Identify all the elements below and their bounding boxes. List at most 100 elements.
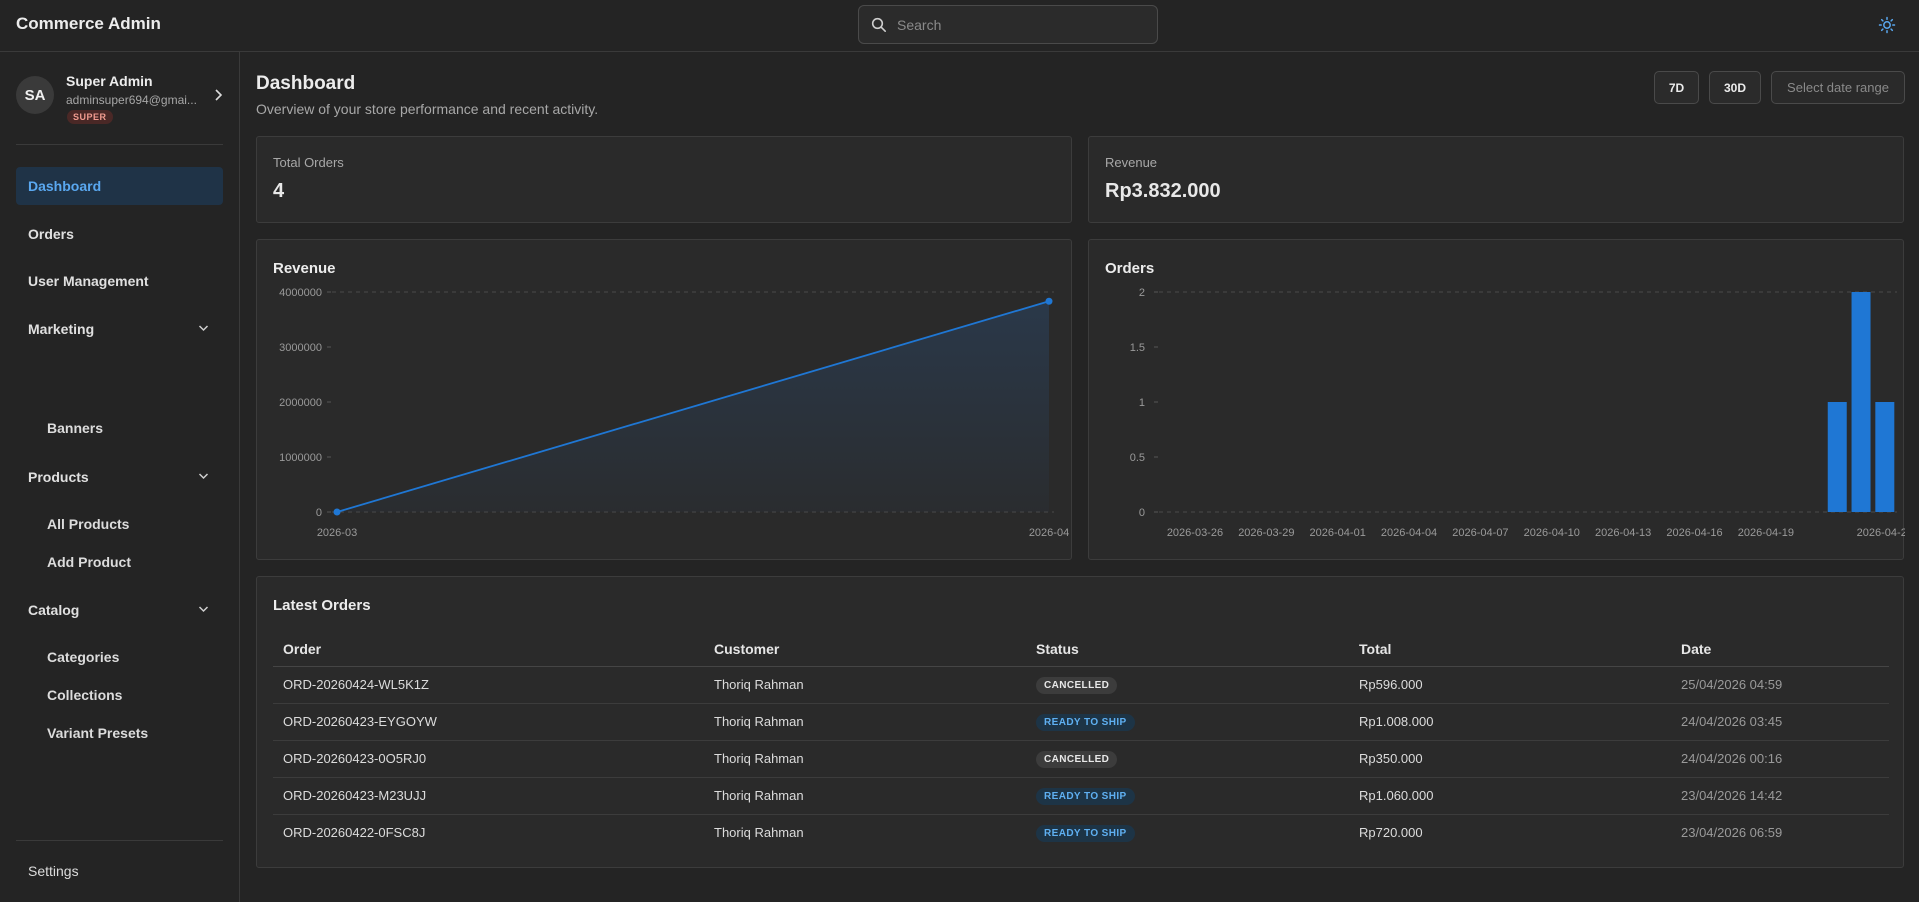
x-tick-label: 2026-04-01 [1310, 527, 1366, 539]
chevron-right-icon[interactable] [212, 88, 224, 102]
table-row[interactable]: ORD-20260422-0FSC8J Thoriq Rahman READY … [273, 814, 1889, 851]
sidebar: SA Super Admin adminsuper694@gmai... SUP… [0, 52, 240, 902]
chevron-down-icon [198, 473, 209, 480]
status-cell: READY TO SHIP [1026, 814, 1349, 851]
table-row[interactable]: ORD-20260423-0O5RJ0 Thoriq Rahman CANCEL… [273, 740, 1889, 778]
total-orders-card: Total Orders 4 [256, 136, 1072, 223]
x-tick-label: 2026-04 [1029, 527, 1069, 539]
customer-name: Thoriq Rahman [714, 825, 804, 841]
x-tick-label: 2026-03 [317, 527, 357, 539]
range-7d-button[interactable]: 7D [1654, 71, 1699, 104]
bar [1827, 402, 1847, 512]
y-tick-label: 1000000 [279, 452, 322, 464]
x-tick-label: 2026-04-19 [1738, 527, 1794, 539]
status-badge: READY TO SHIP [1036, 824, 1135, 842]
y-tick-label: 1.5 [1130, 342, 1145, 354]
chevron-down-icon [198, 325, 209, 332]
sun-icon[interactable] [1878, 16, 1896, 34]
order-total: Rp1.060.000 [1349, 777, 1671, 815]
latest-orders-card: Latest Orders Order Customer Status Tota… [256, 576, 1904, 868]
orders-chart-card: Orders 0 0.5 1 1.5 2 2026-03-26 2026-03-29 2026… [1088, 239, 1905, 560]
order-id[interactable]: ORD-20260423-0O5RJ0 [273, 740, 704, 778]
status-cell: CANCELLED [1026, 666, 1349, 704]
order-id[interactable]: ORD-20260424-WL5K1Z [273, 666, 704, 704]
y-tick-label: 2 [1139, 287, 1145, 299]
order-date: 24/04/2026 00:16 [1671, 740, 1889, 778]
bar [1875, 402, 1895, 512]
sidebar-item-user-management[interactable]: User Management [16, 262, 223, 300]
column-header: Customer [704, 633, 1026, 667]
status-badge: READY TO SHIP [1036, 713, 1135, 731]
order-id[interactable]: ORD-20260423-EYGOYW [273, 703, 704, 741]
range-30d-button[interactable]: 30D [1709, 71, 1761, 104]
customer-name: Thoriq Rahman [704, 740, 1026, 778]
sidebar-item-settings[interactable]: Settings [28, 863, 79, 879]
x-tick-label: 2026-04-07 [1452, 527, 1508, 539]
column-header: Date [1671, 633, 1889, 667]
status-cell: CANCELLED [1026, 740, 1349, 778]
sidebar-item-catalog[interactable]: Catalog [16, 591, 223, 629]
y-tick-label: 0 [1139, 507, 1145, 519]
order-total: Rp1.008.000 [1349, 703, 1671, 741]
table-row[interactable]: ORD-20260423-EYGOYW Thoriq Rahman READY … [273, 703, 1889, 741]
x-tick-label: 2026-03-29 [1238, 527, 1294, 539]
search-icon [871, 17, 886, 32]
sidebar-subitem-categories[interactable]: Categories [47, 645, 119, 669]
stat-label: Total Orders [273, 155, 344, 170]
table-title: Latest Orders [273, 597, 371, 614]
table-header-row: Order Customer Status Total Date [273, 633, 1889, 667]
avatar: SA [16, 76, 54, 114]
order-date: 23/04/2026 06:59 [1681, 825, 1783, 841]
x-tick-label: 2026-04-16 [1666, 527, 1722, 539]
bar [1851, 292, 1871, 512]
order-date: 23/04/2026 14:42 [1671, 777, 1889, 815]
customer-name: Thoriq Rahman [704, 666, 1026, 704]
sidebar-subitem-variant-presets[interactable]: Variant Presets [47, 721, 148, 745]
x-tick-label: 2026-04-13 [1595, 527, 1651, 539]
role-badge: SUPER [67, 110, 113, 124]
status-badge: CANCELLED [1036, 676, 1118, 694]
revenue-card: Revenue Rp3.832.000 [1088, 136, 1904, 223]
sidebar-subitem-add-product[interactable]: Add Product [47, 550, 131, 574]
order-id[interactable]: ORD-20260422-0FSC8J [273, 814, 704, 851]
sidebar-divider [16, 144, 223, 145]
date-range-picker[interactable]: Select date range [1771, 71, 1905, 104]
sidebar-item-marketing[interactable]: Marketing [16, 310, 223, 348]
sidebar-subitem-all-products[interactable]: All Products [47, 512, 129, 536]
customer-name: Thoriq Rahman [704, 777, 1026, 815]
user-card[interactable]: SA Super Admin adminsuper694@gmai... SUP… [16, 70, 226, 124]
table-row[interactable]: ORD-20260424-WL5K1Z Thoriq Rahman CANCEL… [273, 666, 1889, 704]
sidebar-item-label: Dashboard [28, 178, 102, 194]
y-tick-label: 3000000 [279, 342, 322, 354]
page-title: Dashboard [256, 73, 356, 94]
x-tick-label: 2026-04-10 [1524, 527, 1580, 539]
column-header: Order [273, 633, 704, 667]
page-subtitle: Overview of your store performance and r… [256, 101, 599, 117]
stat-value: 4 [273, 180, 285, 202]
x-tick-label: 2026-04-24 [1857, 527, 1905, 539]
sidebar-subitem-collections[interactable]: Collections [47, 683, 122, 707]
top-bar: Commerce Admin [0, 0, 1919, 52]
orders-chart: 0 0.5 1 1.5 2 2026-03-26 2026-03-29 2026-04-01 2… [1130, 287, 1905, 539]
search-input[interactable] [897, 16, 1137, 33]
sidebar-divider [16, 840, 223, 841]
sidebar-item-orders[interactable]: Orders [16, 215, 223, 253]
data-point [1045, 297, 1053, 305]
search-box[interactable] [858, 5, 1158, 44]
status-badge: CANCELLED [1036, 750, 1118, 768]
x-tick-label: 2026-04-04 [1381, 527, 1437, 539]
y-tick-label: 0 [316, 507, 322, 519]
sidebar-subitem-banners[interactable]: Banners [47, 416, 103, 440]
stat-label: Revenue [1105, 155, 1158, 170]
app-title[interactable]: Commerce Admin [16, 14, 161, 34]
sidebar-item-products[interactable]: Products [16, 458, 223, 496]
order-id[interactable]: ORD-20260423-M23UJJ [273, 777, 704, 815]
order-total: Rp596.000 [1349, 666, 1671, 704]
order-date: 25/04/2026 04:59 [1671, 666, 1889, 704]
data-point [333, 508, 341, 516]
y-tick-label: 0.5 [1130, 452, 1145, 464]
table-row[interactable]: ORD-20260423-M23UJJ Thoriq Rahman READY … [273, 777, 1889, 815]
x-tick-label: 2026-03-26 [1167, 527, 1223, 539]
sidebar-item-label: Orders [28, 226, 74, 242]
sidebar-item-dashboard[interactable]: Dashboard [16, 167, 223, 205]
